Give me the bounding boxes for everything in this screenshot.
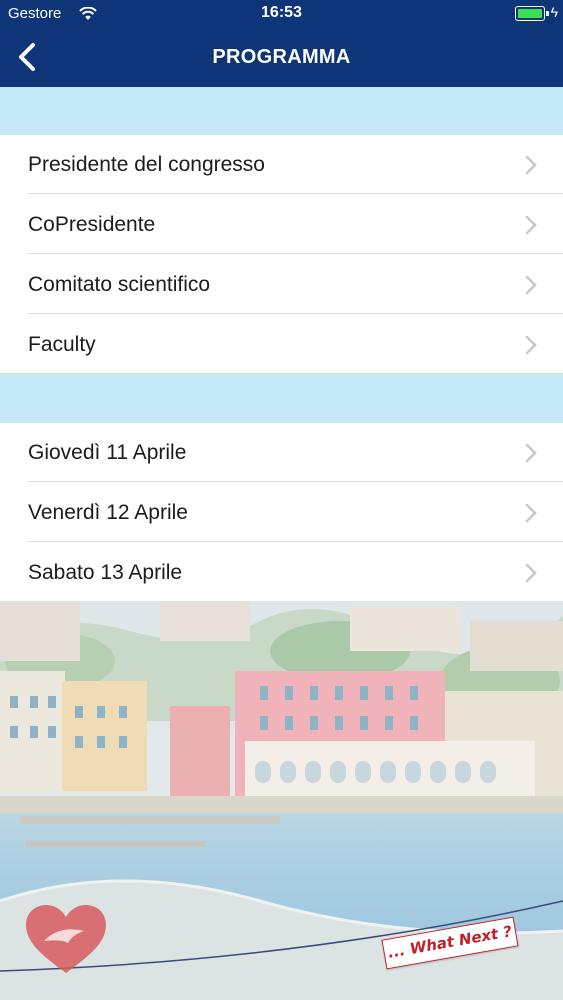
chevron-right-icon bbox=[525, 155, 537, 175]
row-separator bbox=[28, 481, 563, 482]
row-presidente-del-congresso[interactable]: Presidente del congresso bbox=[0, 135, 563, 194]
row-giovedi-11-aprile[interactable]: Giovedì 11 Aprile bbox=[0, 423, 563, 482]
section-header bbox=[0, 87, 563, 135]
row-copresidente[interactable]: CoPresidente bbox=[0, 195, 563, 254]
row-label: Giovedì 11 Aprile bbox=[28, 441, 187, 464]
row-label: Venerdì 12 Aprile bbox=[28, 501, 188, 524]
row-label: CoPresidente bbox=[28, 213, 156, 236]
row-label: Presidente del congresso bbox=[28, 153, 265, 176]
chevron-right-icon bbox=[525, 335, 537, 355]
row-label: Comitato scientifico bbox=[28, 273, 211, 296]
clock: 16:53 bbox=[261, 4, 302, 21]
row-faculty[interactable]: Faculty bbox=[0, 315, 563, 374]
row-separator bbox=[28, 541, 563, 542]
charging-icon: ϟ bbox=[550, 4, 558, 20]
row-label: Sabato 13 Aprile bbox=[28, 561, 183, 584]
page-title: PROGRAMMA bbox=[212, 46, 351, 68]
section-header bbox=[0, 374, 563, 423]
heart-logo-icon bbox=[26, 905, 106, 973]
chevron-right-icon bbox=[525, 443, 537, 463]
row-separator bbox=[28, 193, 563, 194]
row-venerdi-12-aprile[interactable]: Venerdì 12 Aprile bbox=[0, 483, 563, 542]
chevron-right-icon bbox=[525, 215, 537, 235]
chevron-right-icon bbox=[525, 503, 537, 523]
status-bar: Gestore 16:53 ϟ bbox=[0, 0, 563, 28]
row-comitato-scientifico[interactable]: Comitato scientifico bbox=[0, 255, 563, 314]
row-separator bbox=[28, 313, 563, 314]
row-sabato-13-aprile[interactable]: Sabato 13 Aprile bbox=[0, 543, 563, 602]
battery-level bbox=[518, 9, 542, 18]
back-chevron-icon[interactable] bbox=[14, 40, 44, 74]
navigation-bar: PROGRAMMA bbox=[0, 28, 563, 87]
row-label: Faculty bbox=[28, 333, 96, 356]
battery-icon bbox=[515, 6, 545, 21]
chevron-right-icon bbox=[525, 275, 537, 295]
battery-tip bbox=[546, 11, 549, 16]
chevron-right-icon bbox=[525, 563, 537, 583]
row-separator bbox=[28, 253, 563, 254]
